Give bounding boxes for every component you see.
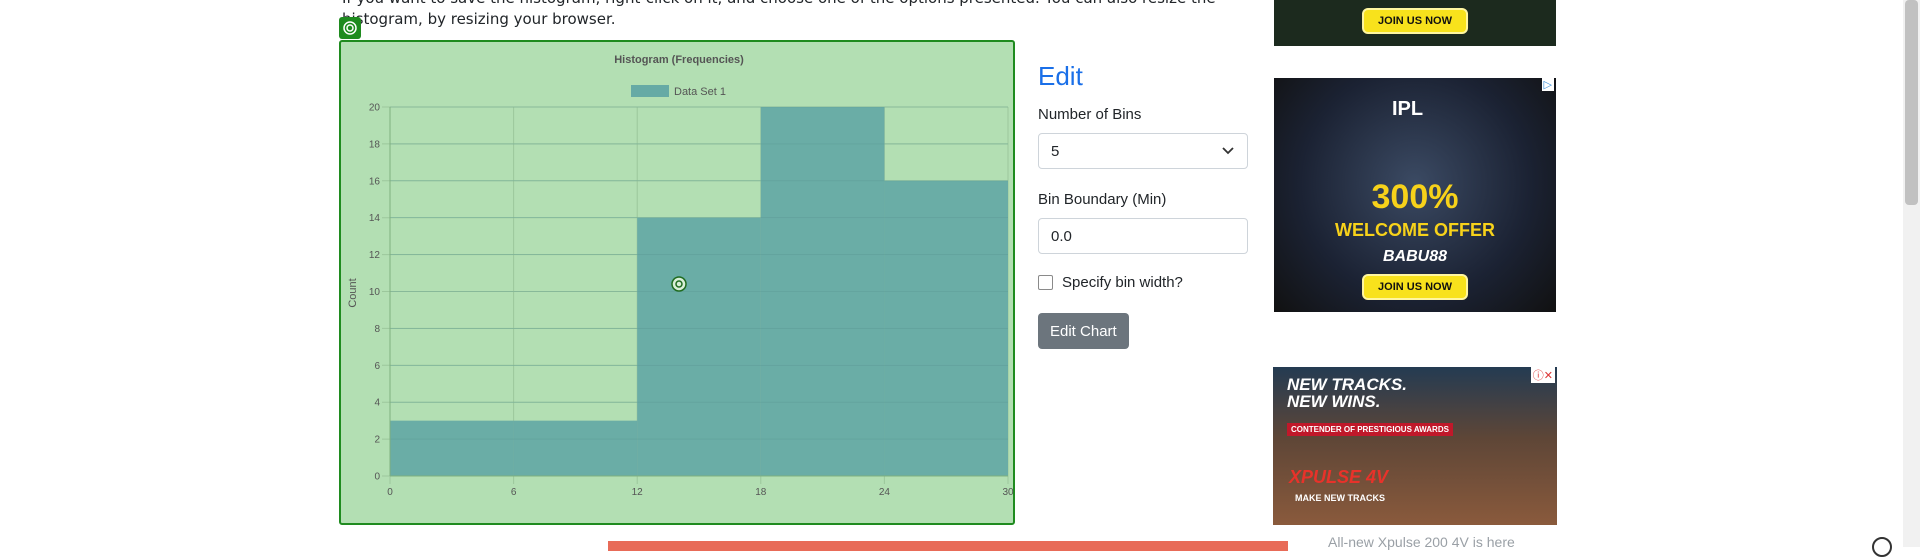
histogram-chart: 024681012141618200 6 12 18 24 30 Histogram (F… xyxy=(347,54,1014,498)
bottom-ad-caption[interactable]: All-new Xpulse 200 4V is here xyxy=(1328,534,1515,550)
feedback-icon[interactable] xyxy=(1872,537,1892,557)
bin-width-label: Specify bin width? xyxy=(1062,274,1183,291)
bins-select[interactable]: 5 xyxy=(1038,133,1248,169)
y-tick-label: 18 xyxy=(369,139,381,150)
bike-head-2: NEW WINS. xyxy=(1287,392,1381,411)
ad-ipl[interactable]: IPL 300% WELCOME OFFER BABU88 JOIN US NO… xyxy=(1274,78,1556,312)
y-tick-label: 10 xyxy=(369,287,381,298)
y-tick-label: 16 xyxy=(369,176,381,187)
bin-width-row: Specify bin width? xyxy=(1038,274,1248,291)
bins-value: 5 xyxy=(1051,142,1060,160)
histogram-bar xyxy=(513,420,638,476)
x-tick-label: 18 xyxy=(755,487,767,498)
y-tick-label: 12 xyxy=(369,250,381,261)
bottom-ad-banner[interactable] xyxy=(608,541,1288,551)
ad-top-cta[interactable]: JOIN US NOW xyxy=(1362,8,1468,34)
chart-title: Histogram (Frequencies) xyxy=(614,54,744,66)
bike-tag: MAKE NEW TRACKS xyxy=(1295,493,1385,503)
y-tick-label: 14 xyxy=(369,213,381,224)
histogram-bars xyxy=(390,106,1008,477)
y-tick-label: 8 xyxy=(374,324,380,335)
cursor-marker xyxy=(671,276,687,292)
histogram-bar xyxy=(390,420,514,476)
scrollbar-thumb[interactable] xyxy=(1905,0,1918,205)
y-tick-label: 6 xyxy=(374,361,380,372)
boundary-label: Bin Boundary (Min) xyxy=(1038,191,1167,208)
ipl-brand: BABU88 xyxy=(1382,248,1447,265)
ad-bike[interactable]: NEW TRACKS. NEW WINS. CONTENDER OF PREST… xyxy=(1273,367,1557,525)
x-tick-label: 30 xyxy=(1002,487,1014,498)
ipl-logo: IPL xyxy=(1392,98,1424,120)
ad-top[interactable]: JOIN US NOW xyxy=(1274,0,1556,46)
edit-title: Edit xyxy=(1038,61,1083,91)
bike-strip: CONTENDER OF PRESTIGIOUS AWARDS xyxy=(1287,423,1453,436)
x-tick-label: 12 xyxy=(632,487,644,498)
y-tick-label: 2 xyxy=(374,435,380,446)
bins-label: Number of Bins xyxy=(1038,106,1142,123)
edit-panel: Edit Number of Bins 5 Bin Boundary (Min)… xyxy=(1038,58,1248,349)
chevron-down-icon xyxy=(1222,147,1234,155)
ipl-cta[interactable]: JOIN US NOW xyxy=(1362,274,1468,300)
close-icon[interactable]: ⓘ✕ xyxy=(1530,367,1555,383)
x-tick-label: 6 xyxy=(511,487,517,498)
x-tick-label: 0 xyxy=(387,487,393,498)
y-tick-label: 20 xyxy=(369,103,381,114)
x-tick-label: 24 xyxy=(879,487,891,498)
ipl-offer-sub: WELCOME OFFER xyxy=(1335,220,1495,240)
ad-choices-icon[interactable]: ▷ xyxy=(1541,78,1554,91)
y-tick-label: 4 xyxy=(374,398,380,409)
histogram-bar xyxy=(637,217,761,476)
legend-swatch xyxy=(631,85,669,97)
legend-label: Data Set 1 xyxy=(674,86,726,98)
boundary-input[interactable] xyxy=(1038,218,1248,254)
y-axis-label: Count xyxy=(347,278,359,307)
y-tick-label: 0 xyxy=(374,472,380,483)
bike-head-1: NEW TRACKS. xyxy=(1287,375,1407,394)
bin-width-checkbox[interactable] xyxy=(1038,275,1053,290)
edit-chart-button[interactable]: Edit Chart xyxy=(1038,313,1129,349)
ipl-offer: 300% xyxy=(1371,178,1459,216)
bike-brand: XPULSE 4V xyxy=(1289,467,1389,487)
